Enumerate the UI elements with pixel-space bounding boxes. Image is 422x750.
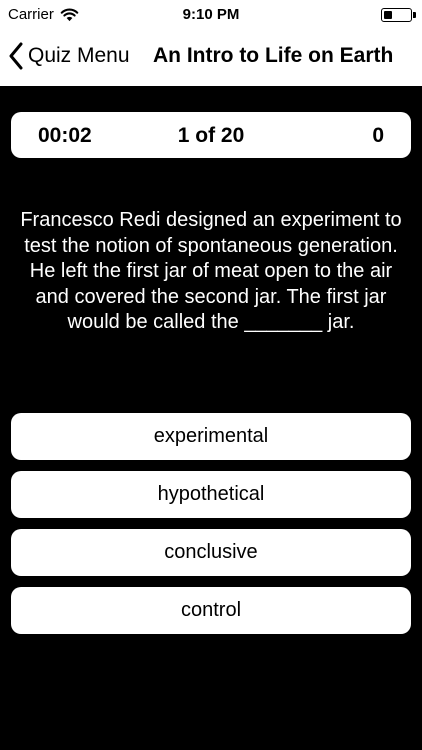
- chevron-left-icon: [9, 42, 23, 70]
- question-text: Francesco Redi designed an experiment to…: [20, 209, 402, 333]
- navigation-bar: Quiz Menu An Intro to Life on Earth: [0, 30, 422, 86]
- back-button[interactable]: Quiz Menu: [8, 40, 130, 72]
- battery-icon: [381, 8, 416, 22]
- score-counter: 0: [372, 124, 384, 147]
- answer-button-conclusive[interactable]: conclusive: [11, 529, 411, 576]
- status-time: 9:10 PM: [182, 6, 240, 23]
- answer-button-hypothetical[interactable]: hypothetical: [11, 471, 411, 518]
- question-progress: 1 of 20: [177, 124, 245, 147]
- answer-button-control[interactable]: control: [11, 587, 411, 634]
- quiz-status-bar: 00:02 1 of 20 0: [11, 112, 411, 158]
- status-bar: Carrier 9:10 PM: [0, 0, 422, 30]
- answer-button-experimental[interactable]: experimental: [11, 413, 411, 460]
- back-button-label: Quiz Menu: [28, 44, 130, 67]
- page-title: An Intro to Life on Earth: [153, 44, 394, 67]
- answer-list: experimental hypothetical conclusive con…: [11, 413, 411, 645]
